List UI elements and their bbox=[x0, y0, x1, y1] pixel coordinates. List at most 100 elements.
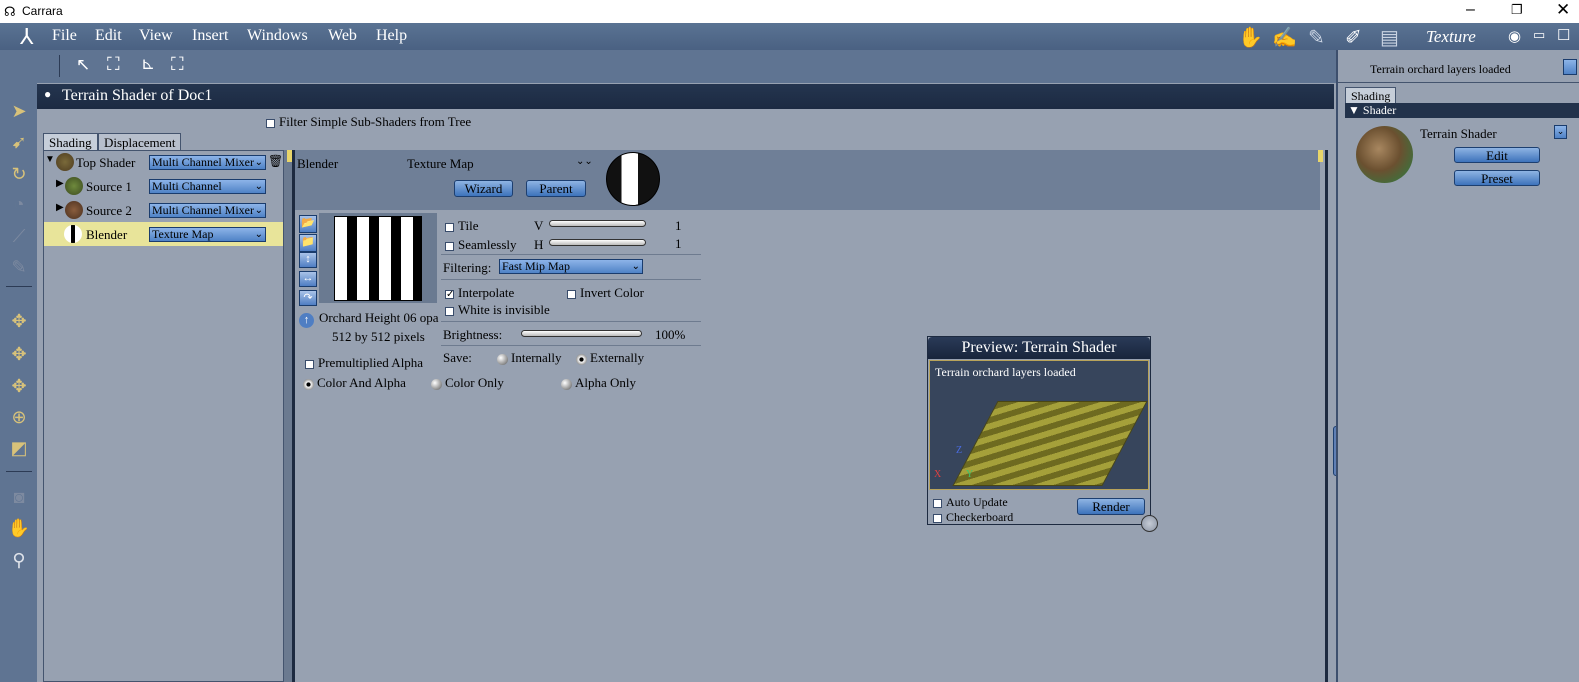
axis-x-icon: X bbox=[934, 469, 942, 480]
bounding-box-icon[interactable]: ⛶ bbox=[107, 54, 120, 75]
selection-tool-icon[interactable]: ➤ bbox=[6, 98, 32, 124]
editor-type: Texture Map bbox=[407, 156, 474, 171]
expand-triangle-icon[interactable]: ▼ bbox=[45, 154, 55, 165]
shader-section-header[interactable]: ▼ Shader bbox=[1345, 103, 1579, 118]
menu-web[interactable]: Web bbox=[328, 27, 357, 45]
h-tile-slider[interactable] bbox=[549, 239, 646, 246]
bevel-icon[interactable]: ◩ bbox=[6, 435, 32, 461]
color-only-radio[interactable]: Color Only bbox=[431, 375, 504, 391]
parent-button[interactable]: Parent bbox=[526, 180, 586, 197]
close-icon[interactable]: ✕ bbox=[1556, 0, 1570, 20]
menu-insert[interactable]: Insert bbox=[192, 27, 228, 45]
render-button[interactable]: Render bbox=[1077, 498, 1145, 515]
v-tile-slider[interactable] bbox=[549, 220, 646, 227]
white-invisible-label: White is invisible bbox=[458, 302, 550, 317]
tree-row-top-shader[interactable]: ▼ Top Shader Multi Channel Mixer ⌄ 🗑 bbox=[44, 151, 283, 173]
browse-file-icon[interactable]: 📁 bbox=[299, 234, 317, 252]
texture-room-icon[interactable]: ✐ bbox=[1345, 25, 1362, 50]
minimize-icon[interactable]: – bbox=[1466, 1, 1475, 19]
texture-thumbnail bbox=[319, 213, 437, 303]
shader-type-dropdown[interactable]: Multi Channel Mixer ⌄ bbox=[149, 155, 266, 170]
premultiplied-alpha-checkbox[interactable]: Premultiplied Alpha bbox=[305, 355, 423, 371]
editor-scroll-marker[interactable] bbox=[287, 150, 292, 162]
axis-y-icon: Y bbox=[966, 469, 974, 480]
collapse-triangle-icon[interactable]: ▼ bbox=[1348, 103, 1360, 117]
carrara-logo-icon[interactable]: ⅄ bbox=[20, 24, 33, 50]
eye-icon[interactable]: ◉ bbox=[1508, 27, 1521, 46]
alpha-only-radio[interactable]: Alpha Only bbox=[561, 375, 636, 391]
menu-file[interactable]: File bbox=[52, 27, 77, 45]
h-value: 1 bbox=[675, 236, 682, 251]
editor-type-chevron-icon[interactable]: ⌄⌄ bbox=[576, 156, 593, 167]
document-bullet-icon[interactable]: ● bbox=[44, 87, 51, 102]
track-icon[interactable]: ✥ bbox=[6, 373, 32, 399]
upload-arrow-icon[interactable]: ↑ bbox=[299, 313, 314, 328]
zoom-icon[interactable]: ⚲ bbox=[6, 547, 32, 573]
move-tool-icon[interactable]: ➹ bbox=[6, 129, 32, 155]
minimize-panel-icon[interactable]: ▭ bbox=[1533, 27, 1545, 43]
auto-update-checkbox[interactable]: Auto Update bbox=[933, 495, 1008, 510]
splitter[interactable] bbox=[284, 150, 292, 682]
transform-box-icon[interactable]: ⛶ bbox=[171, 54, 184, 75]
corner-tool-icon[interactable]: ⊾ bbox=[141, 54, 155, 74]
expand-triangle-icon[interactable]: ▶ bbox=[56, 202, 64, 213]
shader-options-chevron-icon[interactable]: ⌄ bbox=[1554, 125, 1567, 139]
filtering-dropdown[interactable]: Fast Mip Map ⌄ bbox=[499, 259, 643, 274]
select-arrow-icon[interactable]: ↖ bbox=[76, 55, 90, 75]
menu-help[interactable]: Help bbox=[376, 27, 407, 45]
app-icon: ☊ bbox=[4, 4, 16, 19]
color-and-alpha-radio[interactable]: Color And Alpha bbox=[303, 375, 406, 391]
tree-row-source1[interactable]: ▶ Source 1 Multi Channel ⌄ bbox=[44, 175, 283, 197]
brightness-slider[interactable] bbox=[521, 330, 642, 337]
paperclip-tool-icon[interactable]: ✎ bbox=[6, 254, 32, 280]
checkerboard-checkbox[interactable]: Checkerboard bbox=[933, 510, 1013, 525]
invert-color-checkbox[interactable]: Invert Color bbox=[567, 285, 644, 301]
editor-scroll-marker[interactable] bbox=[1318, 150, 1323, 162]
assemble-room-icon[interactable]: ✋ bbox=[1238, 25, 1263, 50]
pan-4way-icon[interactable]: ✥ bbox=[6, 308, 32, 334]
filter-simple-checkbox[interactable]: Filter Simple Sub-Shaders from Tree bbox=[266, 114, 471, 130]
shader-type-dropdown[interactable]: Multi Channel Mixer ⌄ bbox=[149, 203, 266, 218]
save-externally-radio[interactable]: Externally bbox=[576, 350, 644, 366]
menu-view[interactable]: View bbox=[139, 27, 173, 45]
hand-icon[interactable]: ✋ bbox=[6, 515, 32, 541]
dolly-4way-icon[interactable]: ✥ bbox=[6, 341, 32, 367]
tree-row-source2[interactable]: ▶ Source 2 Multi Channel Mixer ⌄ bbox=[44, 199, 283, 221]
trash-icon[interactable]: 🗑 bbox=[268, 154, 283, 169]
render-room-icon[interactable]: ▤ bbox=[1380, 25, 1399, 50]
interpolate-checkbox[interactable]: ✓ Interpolate bbox=[445, 285, 514, 301]
open-file-icon[interactable]: 📂 bbox=[299, 215, 317, 233]
maximize-panel-icon[interactable]: ☐ bbox=[1557, 26, 1570, 45]
save-internally-radio[interactable]: Internally bbox=[497, 350, 562, 366]
shader-type-dropdown[interactable]: Texture Map ⌄ bbox=[149, 227, 266, 242]
expand-triangle-icon[interactable]: ▶ bbox=[56, 178, 64, 189]
shader-type-dropdown[interactable]: Multi Channel ⌄ bbox=[149, 179, 266, 194]
white-invisible-checkbox[interactable]: White is invisible bbox=[445, 302, 550, 318]
model-room-icon[interactable]: ✍ bbox=[1272, 25, 1297, 50]
wand-tool-icon[interactable]: ⟋ bbox=[6, 223, 32, 249]
color-and-alpha-label: Color And Alpha bbox=[317, 375, 406, 390]
scale-tool-icon[interactable]: ◔ bbox=[6, 191, 32, 217]
flip-horizontal-icon[interactable]: ↔ bbox=[299, 271, 317, 287]
rotate-image-icon[interactable]: ↷ bbox=[299, 290, 317, 306]
terrain-shader-ball[interactable] bbox=[1356, 126, 1413, 183]
tile-checkbox[interactable]: Tile bbox=[445, 218, 478, 234]
menu-windows[interactable]: Windows bbox=[247, 27, 308, 45]
rotate-tool-icon[interactable]: ↻ bbox=[6, 161, 32, 187]
preview-resize-handle[interactable] bbox=[1141, 515, 1158, 532]
restore-icon[interactable]: ❐ bbox=[1511, 2, 1523, 18]
menu-edit[interactable]: Edit bbox=[95, 27, 122, 45]
toolbar-divider bbox=[59, 55, 60, 77]
tree-row-blender[interactable]: Blender Texture Map ⌄ bbox=[44, 222, 283, 246]
right-panel-menu-button[interactable] bbox=[1563, 59, 1577, 75]
brightness-value: 100% bbox=[655, 327, 686, 342]
storyboard-room-icon[interactable]: ✎ bbox=[1308, 25, 1325, 50]
preset-shader-button[interactable]: Preset bbox=[1454, 170, 1540, 186]
seamlessly-checkbox[interactable]: Seamlessly bbox=[445, 237, 517, 253]
orbit-icon[interactable]: ⊕ bbox=[6, 404, 32, 430]
camera-icon[interactable]: ◙ bbox=[6, 484, 32, 510]
menu-bar: ⅄ File Edit View Insert Windows Web Help… bbox=[0, 23, 1579, 50]
flip-vertical-icon[interactable]: ↕ bbox=[299, 252, 317, 268]
edit-shader-button[interactable]: Edit bbox=[1454, 147, 1540, 163]
wizard-button[interactable]: Wizard bbox=[454, 180, 513, 197]
